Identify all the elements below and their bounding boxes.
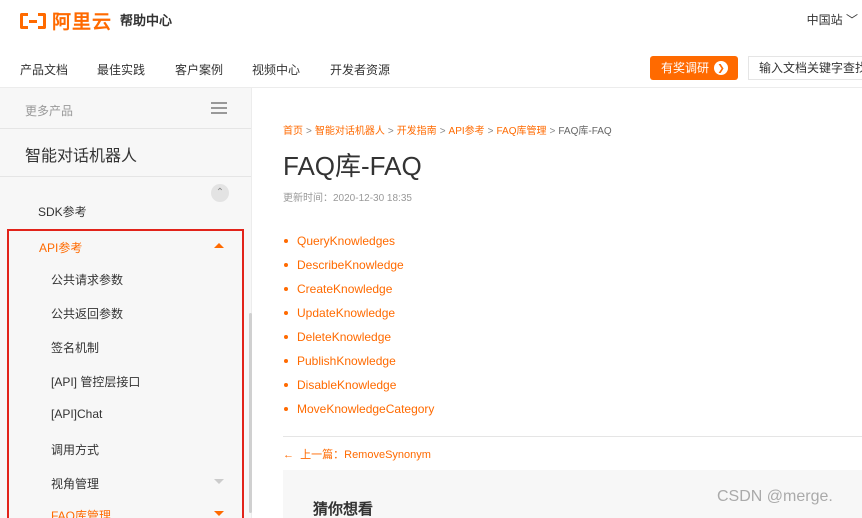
aliyun-logo-icon bbox=[20, 11, 46, 31]
list-item: UpdateKnowledge bbox=[284, 301, 434, 325]
chevron-down-icon: ﹀ bbox=[842, 13, 858, 27]
divider bbox=[0, 128, 251, 129]
api-link-publish-knowledge[interactable]: PublishKnowledge bbox=[297, 354, 396, 368]
bullet-icon bbox=[284, 407, 288, 411]
api-link-delete-knowledge[interactable]: DeleteKnowledge bbox=[297, 330, 391, 344]
api-link-disable-knowledge[interactable]: DisableKnowledge bbox=[297, 378, 396, 392]
sidebar-item-perspective-management[interactable]: 视角管理 bbox=[51, 475, 99, 492]
region-label: 中国站 bbox=[806, 13, 843, 27]
list-item: DeleteKnowledge bbox=[284, 325, 434, 349]
api-link-describe-knowledge[interactable]: DescribeKnowledge bbox=[297, 258, 404, 272]
sidebar-item-faq-management[interactable]: FAQ库管理 bbox=[51, 507, 111, 518]
nav-item-video-center[interactable]: 视频中心 bbox=[252, 61, 300, 78]
bullet-icon bbox=[284, 383, 288, 387]
caret-up-icon[interactable] bbox=[214, 243, 224, 248]
watermark: CSDN @merge. bbox=[717, 488, 833, 505]
list-item: MoveKnowledgeCategory bbox=[284, 397, 434, 421]
divider bbox=[0, 176, 251, 177]
bullet-icon bbox=[284, 335, 288, 339]
sidebar: 更多产品 智能对话机器人 ⌃ SDK参考 API参考 公共请求参数 公共返回参数… bbox=[0, 88, 252, 518]
sidebar-item-api-reference[interactable]: API参考 bbox=[39, 239, 82, 256]
page-title: FAQ库-FAQ bbox=[283, 151, 422, 181]
api-link-query-knowledges[interactable]: QueryKnowledges bbox=[297, 234, 395, 248]
update-time: 更新时间：2020-12-30 18:35 bbox=[283, 193, 412, 204]
menu-icon[interactable] bbox=[211, 102, 227, 115]
breadcrumb-faq-management[interactable]: FAQ库管理 bbox=[497, 126, 547, 137]
sidebar-scrollbar[interactable] bbox=[249, 313, 252, 513]
list-item: DisableKnowledge bbox=[284, 373, 434, 397]
caret-down-icon[interactable] bbox=[214, 511, 224, 516]
bullet-icon bbox=[284, 311, 288, 315]
sidebar-item-invocation[interactable]: 调用方式 bbox=[51, 441, 99, 458]
top-bar: 阿里云 帮助中心 中国站 ﹀ bbox=[0, 0, 862, 38]
reward-survey-label: 有奖调研 bbox=[661, 61, 710, 75]
bullet-icon bbox=[284, 359, 288, 363]
bullet-icon bbox=[284, 287, 288, 291]
sidebar-item-signature[interactable]: 签名机制 bbox=[51, 339, 99, 356]
sidebar-item-api-chat[interactable]: [API]Chat bbox=[51, 407, 102, 421]
breadcrumb-home[interactable]: 首页 bbox=[283, 126, 303, 137]
logo-text: 阿里云 bbox=[52, 12, 113, 33]
list-item: PublishKnowledge bbox=[284, 349, 434, 373]
arrow-right-icon: ❯ bbox=[714, 61, 728, 75]
prev-article-link[interactable]: ← 上一篇：RemoveSynonym bbox=[283, 446, 431, 462]
doc-search-input[interactable]: 输入文档关键字查找 bbox=[748, 56, 862, 80]
nav-item-best-practices[interactable]: 最佳实践 bbox=[97, 61, 145, 78]
nav-item-developer-resources[interactable]: 开发者资源 bbox=[330, 61, 390, 78]
bullet-icon bbox=[284, 263, 288, 267]
bullet-icon bbox=[284, 239, 288, 243]
prev-article-label: 上一篇：RemoveSynonym bbox=[300, 449, 431, 461]
nav-item-customer-cases[interactable]: 客户案例 bbox=[175, 61, 223, 78]
sidebar-item-api-control[interactable]: [API] 管控层接口 bbox=[51, 373, 140, 390]
nav-bar: 产品文档 最佳实践 客户案例 视频中心 开发者资源 有奖调研 ❯ 输入文档关键字… bbox=[0, 48, 862, 88]
api-section-highlight: API参考 公共请求参数 公共返回参数 签名机制 [API] 管控层接口 [AP… bbox=[7, 229, 244, 518]
reward-survey-button[interactable]: 有奖调研 ❯ bbox=[650, 56, 738, 80]
breadcrumb-api-reference[interactable]: API参考 bbox=[449, 126, 485, 137]
region-selector[interactable]: 中国站 ﹀ bbox=[807, 11, 858, 28]
recommendations-title: 猜你想看 bbox=[313, 501, 374, 518]
api-link-list: QueryKnowledges DescribeKnowledge Create… bbox=[284, 229, 434, 421]
api-link-create-knowledge[interactable]: CreateKnowledge bbox=[297, 282, 392, 296]
aliyun-logo[interactable]: 阿里云 bbox=[20, 7, 112, 34]
help-center-link[interactable]: 帮助中心 bbox=[120, 10, 172, 29]
more-products-label[interactable]: 更多产品 bbox=[25, 102, 73, 119]
sidebar-item-common-request-params[interactable]: 公共请求参数 bbox=[51, 271, 123, 288]
sidebar-item-common-response-params[interactable]: 公共返回参数 bbox=[51, 305, 123, 322]
api-link-move-knowledge-category[interactable]: MoveKnowledgeCategory bbox=[297, 402, 434, 416]
list-item: CreateKnowledge bbox=[284, 277, 434, 301]
breadcrumb-dev-guide[interactable]: 开发指南 bbox=[397, 126, 437, 137]
api-link-update-knowledge[interactable]: UpdateKnowledge bbox=[297, 306, 395, 320]
breadcrumb: 首页 > 智能对话机器人 > 开发指南 > API参考 > FAQ库管理 > FAQ库-FAQ bbox=[283, 126, 612, 137]
caret-down-icon[interactable] bbox=[214, 479, 224, 484]
product-title: 智能对话机器人 bbox=[25, 148, 138, 165]
breadcrumb-current: FAQ库-FAQ bbox=[558, 126, 612, 137]
list-item: DescribeKnowledge bbox=[284, 253, 434, 277]
list-item: QueryKnowledges bbox=[284, 229, 434, 253]
sidebar-item-sdk[interactable]: SDK参考 bbox=[38, 203, 87, 220]
arrow-left-icon: ← bbox=[283, 449, 294, 461]
nav-item-product-docs[interactable]: 产品文档 bbox=[20, 61, 68, 78]
collapse-up-icon[interactable]: ⌃ bbox=[211, 184, 229, 202]
breadcrumb-product[interactable]: 智能对话机器人 bbox=[315, 126, 385, 137]
divider bbox=[283, 436, 862, 437]
